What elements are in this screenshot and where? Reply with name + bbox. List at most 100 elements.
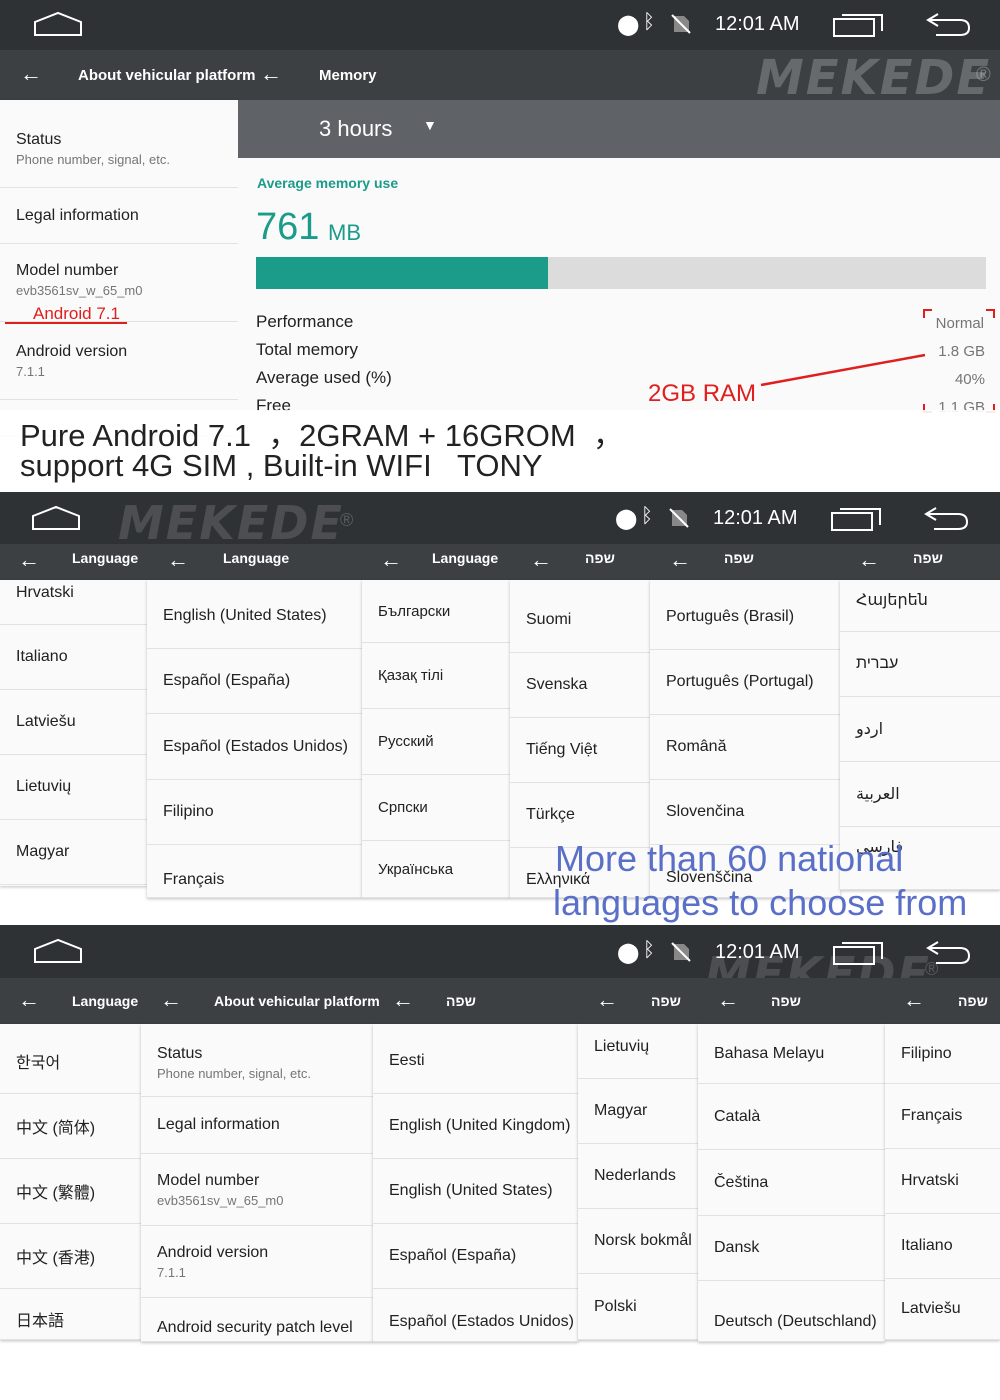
return-icon[interactable] xyxy=(924,938,972,966)
home-icon[interactable] xyxy=(30,504,82,532)
return-icon[interactable] xyxy=(924,10,972,38)
back-arrow-icon[interactable]: ← xyxy=(260,63,282,85)
language-item[interactable]: Français xyxy=(147,845,362,898)
language-item[interactable]: 中文 (繁體) xyxy=(0,1159,141,1224)
status-item[interactable]: Status Phone number, signal, etc. xyxy=(141,1029,373,1097)
back-arrow-icon[interactable]: ← xyxy=(18,989,40,1011)
language-item[interactable]: Français xyxy=(885,1084,1000,1149)
language-item[interactable]: 日本語 xyxy=(0,1289,141,1340)
language-item[interactable]: English (United States) xyxy=(147,583,362,649)
language-item[interactable]: Português (Brasil) xyxy=(650,585,840,650)
language-item[interactable]: Lietuvių xyxy=(0,755,147,820)
language-item[interactable]: English (United Kingdom) xyxy=(373,1094,578,1159)
language-item[interactable]: Português (Portugal) xyxy=(650,650,840,715)
tab-language-6[interactable]: שפה xyxy=(913,550,943,566)
back-arrow-icon[interactable]: ← xyxy=(160,989,182,1011)
back-arrow-icon[interactable]: ← xyxy=(530,549,552,571)
tab-language-2[interactable]: Language xyxy=(223,550,289,566)
language-item[interactable]: Български xyxy=(362,580,510,643)
language-item[interactable]: اردو xyxy=(840,697,1000,762)
home-icon[interactable] xyxy=(32,10,84,38)
tab-about[interactable]: About vehicular platform xyxy=(214,993,380,1009)
language-item[interactable]: Español (Estados Unidos) xyxy=(373,1289,578,1342)
language-item[interactable]: Italiano xyxy=(885,1214,1000,1279)
back-arrow-icon[interactable]: ← xyxy=(18,549,40,571)
tab-language-3[interactable]: Language xyxy=(432,550,498,566)
language-item[interactable]: Hrvatski xyxy=(885,1149,1000,1214)
language-item[interactable]: Hrvatski xyxy=(0,580,147,625)
tab-language-4[interactable]: שפה xyxy=(585,550,615,566)
security-patch-item[interactable]: Android security patch level xyxy=(141,1298,373,1342)
language-item[interactable]: 中文 (简体) xyxy=(0,1094,141,1159)
language-item[interactable]: Español (España) xyxy=(147,649,362,714)
tab-language-1[interactable]: Language xyxy=(72,550,138,566)
language-item[interactable]: Հայերեն xyxy=(840,580,1000,632)
status-item[interactable]: Status Phone number, signal, etc. xyxy=(0,110,238,188)
language-item[interactable]: Bahasa Melayu xyxy=(698,1024,885,1084)
language-item[interactable]: Latviešu xyxy=(0,690,147,755)
language-item[interactable]: Polski xyxy=(578,1274,698,1340)
language-item[interactable]: Română xyxy=(650,715,840,780)
language-item[interactable]: Suomi xyxy=(510,588,650,653)
recent-apps-icon[interactable] xyxy=(832,940,884,966)
language-item[interactable]: Українська xyxy=(362,841,510,898)
home-icon[interactable] xyxy=(32,937,84,965)
language-item[interactable]: Svenska xyxy=(510,653,650,718)
language-item[interactable]: Tiếng Việt xyxy=(510,718,650,783)
tab-language-3[interactable]: שפה xyxy=(446,993,476,1009)
language-item[interactable]: Čeština xyxy=(698,1150,885,1216)
back-arrow-icon[interactable]: ← xyxy=(669,549,691,571)
bluetooth-icon: ᛒ xyxy=(643,11,655,33)
language-item[interactable]: עברית xyxy=(840,632,1000,697)
back-arrow-icon[interactable]: ← xyxy=(380,549,402,571)
language-item[interactable]: Español (Estados Unidos) xyxy=(147,714,362,780)
recent-apps-icon[interactable] xyxy=(830,506,882,532)
language-item[interactable]: Español (España) xyxy=(373,1224,578,1289)
tab-language-4[interactable]: שפה xyxy=(651,993,681,1009)
language-item[interactable]: Latviešu xyxy=(885,1279,1000,1340)
language-item[interactable]: Eesti xyxy=(373,1029,578,1094)
language-item[interactable]: Lietuvių xyxy=(578,1024,698,1079)
language-item[interactable]: Filipino xyxy=(885,1024,1000,1084)
language-item[interactable]: Nederlands xyxy=(578,1144,698,1209)
tab-language-6[interactable]: שפה xyxy=(958,993,988,1009)
language-item[interactable]: Magyar xyxy=(0,820,147,885)
return-icon[interactable] xyxy=(922,504,970,532)
language-item[interactable]: English (United States) xyxy=(373,1159,578,1224)
language-item[interactable]: Filipino xyxy=(147,780,362,845)
language-item[interactable]: Русский xyxy=(362,709,510,775)
language-item[interactable]: Magyar xyxy=(578,1079,698,1144)
language-item[interactable]: Italiano xyxy=(0,625,147,690)
ram-annotation-line xyxy=(760,353,926,387)
back-arrow-icon[interactable]: ← xyxy=(903,989,925,1011)
language-item[interactable]: Norsk bokmål xyxy=(578,1209,698,1274)
tab-language-5[interactable]: שפה xyxy=(771,993,801,1009)
tab-language[interactable]: Language xyxy=(72,993,138,1009)
back-arrow-icon[interactable]: ← xyxy=(167,549,189,571)
back-arrow-icon[interactable]: ← xyxy=(858,549,880,571)
model-item[interactable]: Model number evb3561sv_w_65_m0 xyxy=(141,1154,373,1226)
tab-language-5[interactable]: שפה xyxy=(724,550,754,566)
legal-item[interactable]: Legal information xyxy=(141,1097,373,1154)
language-item[interactable]: Dansk xyxy=(698,1216,885,1281)
about-title: About vehicular platform xyxy=(78,67,256,84)
language-item[interactable]: Српски xyxy=(362,775,510,841)
language-item[interactable]: 中文 (香港) xyxy=(0,1224,141,1289)
language-item[interactable]: Català xyxy=(698,1084,885,1150)
back-arrow-icon[interactable]: ← xyxy=(392,989,414,1011)
period-selector[interactable]: 3 hours ▼ xyxy=(238,100,1000,158)
back-arrow-icon[interactable]: ← xyxy=(596,989,618,1011)
period-label: 3 hours xyxy=(319,116,393,141)
android-version-item[interactable]: Android version 7.1.1 xyxy=(0,322,238,400)
android-version-item[interactable]: Android version 7.1.1 xyxy=(141,1226,373,1298)
language-item[interactable]: Deutsch (Deutschland) xyxy=(698,1281,885,1342)
language-item[interactable]: Slovenčina xyxy=(650,780,840,845)
language-item[interactable]: العربية xyxy=(840,762,1000,827)
dropdown-icon[interactable]: ▼ xyxy=(423,117,437,133)
legal-item[interactable]: Legal information xyxy=(0,188,238,244)
back-arrow-icon[interactable]: ← xyxy=(717,989,739,1011)
recent-apps-icon[interactable] xyxy=(832,12,884,38)
language-item[interactable]: 한국어 xyxy=(0,1029,141,1094)
back-arrow-icon[interactable]: ← xyxy=(20,63,42,85)
language-item[interactable]: Қазақ тілі xyxy=(362,643,510,709)
